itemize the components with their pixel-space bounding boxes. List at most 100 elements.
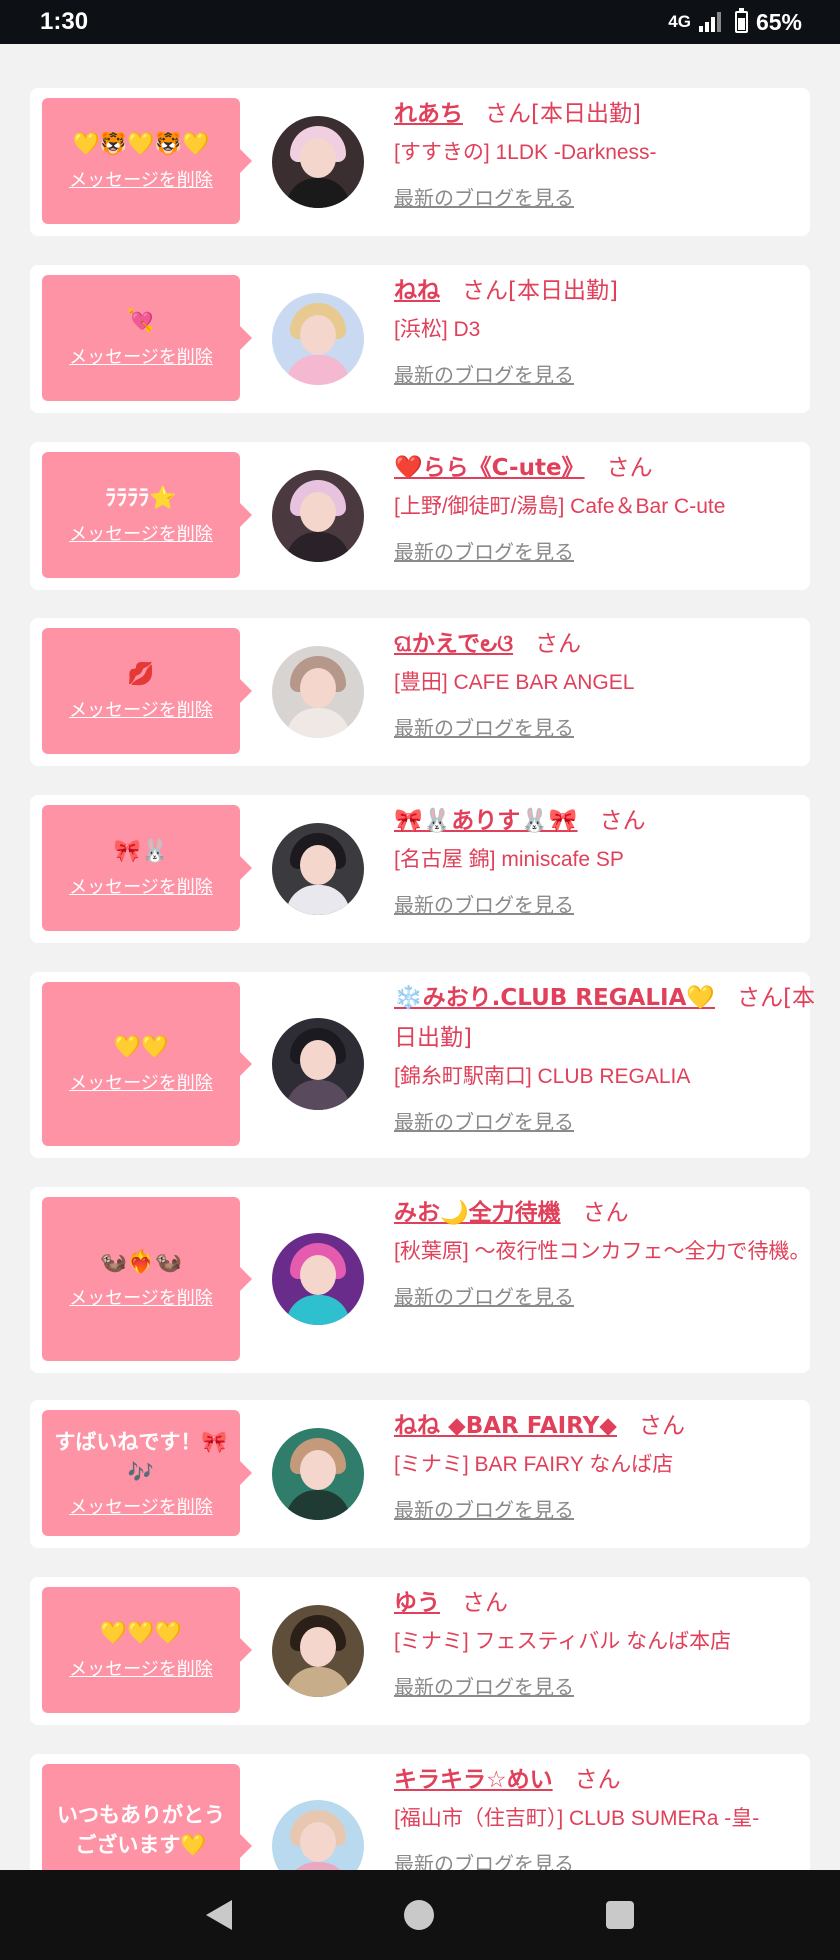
avatar[interactable] bbox=[272, 116, 364, 208]
profile-name-link[interactable]: ଘかえで౿ଓ bbox=[394, 631, 513, 657]
latest-blog-link[interactable]: 最新のブログを見る bbox=[394, 1104, 574, 1140]
profile-name-link[interactable]: ❤️らら《C-ute》 bbox=[394, 455, 585, 481]
message-card: 💛🐯💛🐯💛 メッセージを削除 れあち さん[本日出勤] [すすきの] 1LDK -… bbox=[30, 88, 810, 236]
latest-blog-link[interactable]: 最新のブログを見る bbox=[394, 357, 574, 393]
latest-blog-link[interactable]: 最新のブログを見る bbox=[394, 180, 574, 216]
message-card: ﾗﾗﾗﾗ⭐️ メッセージを削除 ❤️らら《C-ute》 さん [上野/御徒町/湯島… bbox=[30, 442, 810, 590]
profile-name-link[interactable]: れあち bbox=[394, 101, 463, 127]
avatar[interactable] bbox=[272, 1018, 364, 1110]
signal-icon bbox=[698, 12, 721, 32]
recent-apps-icon[interactable] bbox=[606, 1901, 634, 1929]
name-suffix: さん bbox=[535, 631, 582, 657]
profile-name-link[interactable]: ゆう bbox=[394, 1590, 440, 1616]
avatar[interactable] bbox=[272, 646, 364, 738]
message-bubble: ﾗﾗﾗﾗ⭐️ メッセージを削除 bbox=[42, 452, 240, 578]
message-bubble: 💘 メッセージを削除 bbox=[42, 275, 240, 401]
avatar[interactable] bbox=[272, 1605, 364, 1697]
latest-blog-link[interactable]: 最新のブログを見る bbox=[394, 534, 574, 570]
shop-info: [すすきの] 1LDK -Darkness- bbox=[394, 141, 657, 164]
delete-message-link[interactable]: メッセージを削除 bbox=[69, 1284, 213, 1310]
profile-name-link[interactable]: ねね ◆BAR FAIRY◆ bbox=[394, 1413, 617, 1439]
latest-blog-link[interactable]: 最新のブログを見る bbox=[394, 1279, 574, 1315]
message-list[interactable]: 💛🐯💛🐯💛 メッセージを削除 れあち さん[本日出勤] [すすきの] 1LDK -… bbox=[0, 44, 840, 1870]
avatar[interactable] bbox=[272, 293, 364, 385]
delete-message-link[interactable]: メッセージを削除 bbox=[69, 1069, 213, 1095]
avatar[interactable] bbox=[272, 1233, 364, 1325]
name-line: ゆう さん bbox=[394, 1583, 834, 1623]
latest-blog-link[interactable]: 最新のブログを見る bbox=[394, 710, 574, 746]
name-line: キラキラ☆めい さん bbox=[394, 1760, 834, 1800]
message-bubble: 💛💛💛 メッセージを削除 bbox=[42, 1587, 240, 1713]
message-text: 💛💛💛 bbox=[99, 1621, 183, 1646]
navigation-bar bbox=[0, 1870, 840, 1960]
message-text: ﾗﾗﾗﾗ⭐️ bbox=[105, 486, 177, 511]
profile-info: れあち さん[本日出勤] [すすきの] 1LDK -Darkness- 最新のブロ… bbox=[394, 94, 834, 216]
avatar[interactable] bbox=[272, 1800, 364, 1870]
delete-message-link[interactable]: メッセージを削除 bbox=[69, 1493, 213, 1519]
delete-message-link[interactable]: メッセージを削除 bbox=[69, 1655, 213, 1681]
name-line: れあち さん[本日出勤] bbox=[394, 94, 834, 134]
latest-blog-link[interactable]: 最新のブログを見る bbox=[394, 1669, 574, 1705]
name-suffix: さん bbox=[462, 1590, 508, 1616]
latest-blog-link[interactable]: 最新のブログを見る bbox=[394, 1846, 574, 1870]
message-bubble: 💋 メッセージを削除 bbox=[42, 628, 240, 754]
delete-message-link[interactable]: メッセージを削除 bbox=[69, 166, 213, 192]
name-suffix: さん[本日出勤] bbox=[485, 101, 641, 127]
name-line: 🎀🐰ありす🐰🎀 さん bbox=[394, 801, 834, 841]
avatar[interactable] bbox=[272, 1428, 364, 1520]
name-line: ねね ◆BAR FAIRY◆ さん bbox=[394, 1406, 834, 1446]
delete-message-link[interactable]: メッセージを削除 bbox=[69, 696, 213, 722]
status-time: 1:30 bbox=[40, 8, 89, 35]
message-bubble: 🦦❤️‍🔥🦦 メッセージを削除 bbox=[42, 1197, 240, 1361]
delete-message-link[interactable]: メッセージを削除 bbox=[69, 520, 213, 546]
profile-name-link[interactable]: みお🌙全力待機 bbox=[394, 1200, 561, 1226]
message-card: 🎀🐰 メッセージを削除 🎀🐰ありす🐰🎀 さん [名古屋 錦] miniscafe … bbox=[30, 795, 810, 943]
message-bubble: 💛💛 メッセージを削除 bbox=[42, 982, 240, 1146]
avatar[interactable] bbox=[272, 823, 364, 915]
message-bubble: 💛🐯💛🐯💛 メッセージを削除 bbox=[42, 98, 240, 224]
shop-info: [名古屋 錦] miniscafe SP bbox=[394, 848, 624, 871]
name-line: みお🌙全力待機 さん bbox=[394, 1193, 834, 1233]
message-text: いつもありがとうございます💛 bbox=[57, 1803, 225, 1857]
profile-name-link[interactable]: 🎀🐰ありす🐰🎀 bbox=[394, 808, 578, 834]
shop-info: [ミナミ] BAR FAIRY なんば店 bbox=[394, 1453, 674, 1476]
message-bubble: すばいねです！🎀🎶 メッセージを削除 bbox=[42, 1410, 240, 1536]
profile-info: ねね さん[本日出勤] [浜松] D3 最新のブログを見る bbox=[394, 271, 834, 393]
message-text: すばいねです！🎀🎶 bbox=[54, 1430, 228, 1484]
message-card: いつもありがとうございます💛 メッセージを削除 キラキラ☆めいさん [福山市（住… bbox=[30, 1754, 810, 1870]
message-bubble: いつもありがとうございます💛 メッセージを削除 bbox=[42, 1764, 240, 1870]
name-suffix: さん bbox=[599, 808, 646, 834]
name-line: ねね さん[本日出勤] bbox=[394, 271, 834, 311]
home-icon[interactable] bbox=[404, 1900, 434, 1930]
shop-info: [上野/御徒町/湯島] Cafe＆Bar C-ute bbox=[394, 495, 726, 518]
name-suffix: さん bbox=[638, 1413, 685, 1439]
name-suffix: さん bbox=[582, 1200, 629, 1226]
message-text: 🎀🐰 bbox=[113, 839, 169, 864]
shop-info: [浜松] D3 bbox=[394, 318, 481, 341]
profile-name-link[interactable]: ❄️みおり.CLUB REGALIA💛 bbox=[394, 985, 715, 1011]
shop-info: [ミナミ] フェスティバル なんば本店 bbox=[394, 1630, 732, 1653]
name-suffix: さん bbox=[574, 1767, 621, 1793]
profile-name-link[interactable]: キラキラ☆めい bbox=[394, 1767, 553, 1793]
delete-message-link[interactable]: メッセージを削除 bbox=[69, 343, 213, 369]
profile-name-link[interactable]: ねね bbox=[394, 278, 440, 304]
message-bubble: 🎀🐰 メッセージを削除 bbox=[42, 805, 240, 931]
message-card: すばいねです！🎀🎶 メッセージを削除 ねね ◆BAR FAIRY◆ さん [ミナミ… bbox=[30, 1400, 810, 1548]
avatar[interactable] bbox=[272, 470, 364, 562]
message-text: 💋 bbox=[127, 662, 155, 687]
profile-info: ねね ◆BAR FAIRY◆ さん [ミナミ] BAR FAIRY なんば店 最新… bbox=[394, 1406, 834, 1528]
message-card: 💋 メッセージを削除 ଘかえで౿ଓ さん [豊田] CAFE BAR ANGEL … bbox=[30, 618, 810, 766]
message-card: 💛💛 メッセージを削除 ❄️みおり.CLUB REGALIA💛 さん[本日出勤] … bbox=[30, 972, 815, 1158]
battery-percent: 65% bbox=[755, 8, 802, 35]
message-card: 💘 メッセージを削除 ねね さん[本日出勤] [浜松] D3 最新のブログを見る bbox=[30, 265, 810, 413]
latest-blog-link[interactable]: 最新のブログを見る bbox=[394, 887, 574, 923]
latest-blog-link[interactable]: 最新のブログを見る bbox=[394, 1492, 574, 1528]
network-type: 4G bbox=[668, 12, 691, 31]
shop-info: [福山市（住吉町）] CLUB SUMERa -皇- bbox=[394, 1807, 760, 1830]
name-suffix: さん bbox=[606, 455, 653, 481]
name-line: ଘかえで౿ଓ さん bbox=[394, 624, 834, 664]
back-icon[interactable] bbox=[206, 1900, 232, 1930]
message-text: 💘 bbox=[127, 309, 155, 334]
status-icons: 4G 65% bbox=[668, 8, 802, 36]
delete-message-link[interactable]: メッセージを削除 bbox=[69, 873, 213, 899]
